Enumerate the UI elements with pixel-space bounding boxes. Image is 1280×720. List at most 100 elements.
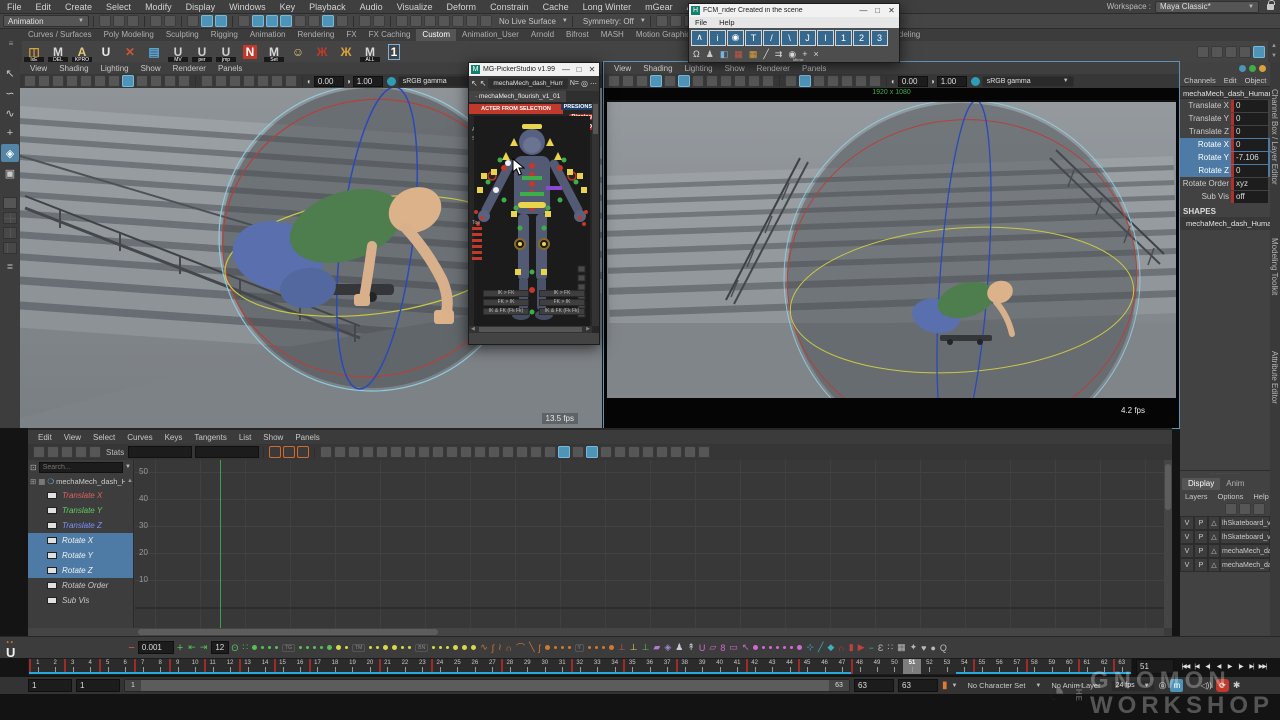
toolbar-icon[interactable]: [608, 75, 620, 87]
channel-box-menu-item[interactable]: Object: [1241, 76, 1271, 85]
animbot-tool-icon[interactable]: ♥: [921, 643, 926, 653]
fcm-icon[interactable]: ×: [813, 49, 818, 59]
viewport-menu-item[interactable]: View: [608, 64, 637, 73]
toe-control-button[interactable]: [472, 239, 482, 242]
toolbar-icon[interactable]: [271, 75, 283, 87]
picker-button[interactable]: [514, 206, 519, 211]
toolbar-icon[interactable]: [1253, 46, 1265, 58]
fcm-tool-button[interactable]: \: [781, 30, 798, 46]
tool-button[interactable]: ↖: [1, 64, 19, 82]
animbot-tool-icon[interactable]: ◈: [664, 642, 671, 653]
auto-keyframe-button[interactable]: ⟳: [1216, 679, 1229, 692]
toolbar-icon[interactable]: [516, 446, 528, 458]
animbot-tool-icon[interactable]: ╱: [818, 642, 823, 653]
toolbar-icon[interactable]: [99, 15, 111, 27]
layer-row[interactable]: V P △ mechaMech_dash_: [1180, 558, 1270, 572]
shelf-item[interactable]: A KPRO: [71, 42, 93, 62]
view-transform-dropdown[interactable]: sRGB gamma▼: [982, 76, 1074, 87]
toolbar-icon[interactable]: [684, 446, 696, 458]
fcm-icon[interactable]: ╱: [763, 49, 768, 60]
graph-hscrollbar[interactable]: [28, 628, 1164, 636]
toolbar-icon[interactable]: [438, 15, 450, 27]
toolbar-icon[interactable]: [390, 446, 402, 458]
viewport-menu-item[interactable]: Renderer: [167, 64, 212, 73]
gamma-field[interactable]: 1.00: [353, 76, 383, 87]
minimize-icon[interactable]: —: [561, 65, 571, 74]
animbot-tool-icon[interactable]: ⊥: [630, 642, 638, 653]
animbot-slider-dot[interactable]: [776, 646, 779, 649]
toolbar-icon[interactable]: [446, 446, 458, 458]
shelf-tab[interactable]: Arnold: [525, 29, 560, 41]
channel-attribute-row[interactable]: Rotate Z 0: [1180, 164, 1270, 177]
toolbar-icon[interactable]: [308, 15, 320, 27]
animbot-tool-icon[interactable]: ∿: [480, 642, 488, 653]
timeline-frame[interactable]: 48: [851, 659, 868, 674]
animbot-tool-icon[interactable]: ∩: [506, 643, 512, 653]
animbot-tool-icon[interactable]: ♟: [675, 642, 683, 653]
layer-visibility-toggle[interactable]: V: [1180, 544, 1194, 558]
picker-button[interactable]: [481, 173, 487, 179]
graph-menu-item[interactable]: View: [58, 433, 87, 442]
layer-editor-tab[interactable]: Display: [1182, 478, 1220, 490]
toolbar-icon[interactable]: [869, 75, 881, 87]
menu-item[interactable]: mGear: [638, 2, 680, 12]
shelf-item[interactable]: ▤: [143, 42, 165, 62]
graph-curve-area[interactable]: 5040302010: [135, 460, 1164, 628]
zoom-icon[interactable]: ◎: [581, 79, 588, 88]
channel-key-icon[interactable]: [48, 538, 56, 543]
toolbar-icon[interactable]: [418, 446, 430, 458]
toolbar-icon[interactable]: [530, 446, 542, 458]
menu-set-dropdown[interactable]: Animation▼: [3, 15, 89, 27]
timeline-frame[interactable]: 50: [886, 659, 903, 674]
toe-control-button[interactable]: [472, 227, 482, 230]
expand-icon[interactable]: ⊞: [30, 477, 36, 486]
viewport-menu-item[interactable]: Lighting: [95, 64, 135, 73]
animbot-tool-icon[interactable]: Ɛ: [878, 643, 883, 653]
animbot-slider-dot[interactable]: [252, 645, 257, 650]
picker-side-button[interactable]: PRESIONS: [561, 104, 595, 110]
picker-button[interactable]: [491, 169, 497, 175]
animbot-slider-dot[interactable]: [306, 646, 309, 649]
fcm-menu-item[interactable]: File: [689, 18, 713, 27]
toolbar-icon[interactable]: [1197, 46, 1209, 58]
animbot-slider-dot[interactable]: [783, 646, 786, 649]
timeline-frame[interactable]: 52: [921, 659, 938, 674]
picker-titlebar[interactable]: M MG-PickerStudio v1.99 — □ ✕: [469, 63, 599, 76]
toolbar-icon[interactable]: [1225, 46, 1237, 58]
toolbar-icon[interactable]: [698, 446, 710, 458]
picker-button[interactable]: [542, 226, 547, 231]
fps-dropdown[interactable]: 24 fps▼: [1111, 680, 1155, 692]
toolbar-icon[interactable]: [614, 446, 626, 458]
animbot-slider-dot[interactable]: [275, 646, 278, 649]
animbot-slider-dot[interactable]: [602, 646, 605, 649]
toolbar-icon[interactable]: [1225, 503, 1237, 515]
toolbar-icon[interactable]: [136, 75, 148, 87]
shelf-tab[interactable]: Animation: [244, 29, 292, 41]
picker-character-dropdown[interactable]: mechaMech_dash_Human: [488, 78, 567, 89]
layer-row[interactable]: V P △ mechaMech_dash_: [1180, 544, 1270, 558]
layer-name[interactable]: mechaMech_dash_: [1220, 544, 1270, 558]
select-from-selection-button[interactable]: ACTER FROM SELECTION: [469, 104, 563, 114]
picker-button[interactable]: [502, 198, 507, 203]
workspace-lock-icon[interactable]: [1267, 4, 1274, 10]
tab-modeling-toolkit[interactable]: Modeling Toolkit: [1270, 212, 1279, 322]
fcm-titlebar[interactable]: H FCM_rider Created in the scene — □ ✕: [689, 4, 899, 17]
animbot-slider-dot[interactable]: [545, 645, 550, 650]
animation-preferences-icon[interactable]: ✱: [1233, 680, 1241, 691]
animbot-tool-icon[interactable]: ⊹: [806, 642, 814, 653]
tool-button[interactable]: +: [1, 124, 19, 142]
maximize-icon[interactable]: □: [574, 65, 584, 74]
channel-attribute-row[interactable]: Translate Y 0: [1180, 112, 1270, 125]
animbot-tool-icon[interactable]: 8: [720, 643, 725, 653]
layer-editor-tab[interactable]: Anim: [1220, 478, 1250, 490]
picker-button[interactable]: [546, 206, 551, 211]
toolbar-icon[interactable]: [122, 75, 134, 87]
toolbar-icon[interactable]: [636, 75, 648, 87]
animbot-menu-icon[interactable]: m: [1170, 679, 1183, 692]
animbot-slider-dot[interactable]: [439, 646, 442, 649]
toolbar-icon[interactable]: [215, 75, 227, 87]
toolbar-icon[interactable]: [650, 75, 662, 87]
mute-audio-icon[interactable]: ◁)): [1200, 681, 1211, 690]
ik-fk-switch-button[interactable]: FK > IK: [483, 299, 529, 306]
step-forward-frame-button[interactable]: ▶|: [1246, 660, 1257, 673]
